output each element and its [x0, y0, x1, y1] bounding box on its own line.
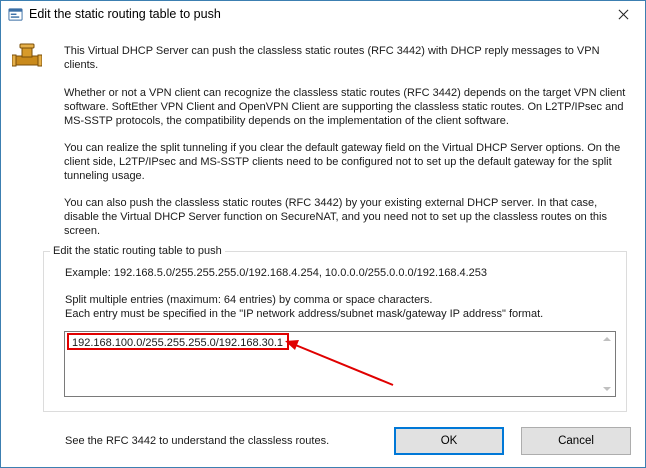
cancel-button[interactable]: Cancel — [521, 427, 631, 455]
help-text-line-2: Each entry must be specified in the "IP … — [65, 308, 544, 320]
window-title: Edit the static routing table to push — [29, 7, 221, 21]
app-icon — [8, 8, 23, 21]
intro-paragraph-1: This Virtual DHCP Server can push the cl… — [64, 45, 600, 71]
rfc-note: See the RFC 3442 to understand the class… — [65, 435, 330, 447]
intro-paragraph-3: You can realize the split tunneling if y… — [64, 142, 621, 182]
dialog-window: Edit the static routing table to push Th… — [0, 0, 646, 468]
close-icon[interactable] — [601, 1, 645, 29]
groupbox-label: Edit the static routing table to push — [50, 245, 225, 257]
example-text: Example: 192.168.5.0/255.255.255.0/192.1… — [65, 267, 488, 279]
pipe-icon — [12, 43, 42, 67]
help-text-line-1: Split multiple entries (maximum: 64 entr… — [65, 294, 433, 306]
intro-paragraph-2: Whether or not a VPN client can recogniz… — [64, 87, 626, 127]
scroll-up-icon[interactable] — [603, 337, 611, 341]
annotation-highlight-box — [67, 333, 289, 350]
textarea-scrollbar[interactable] — [599, 332, 615, 396]
title-bar[interactable]: Edit the static routing table to push — [1, 1, 645, 29]
scroll-down-icon[interactable] — [603, 387, 611, 391]
intro-paragraph-4: You can also push the classless static r… — [64, 197, 607, 237]
ok-button[interactable]: OK — [394, 427, 504, 455]
annotation-arrow-icon — [285, 340, 394, 386]
